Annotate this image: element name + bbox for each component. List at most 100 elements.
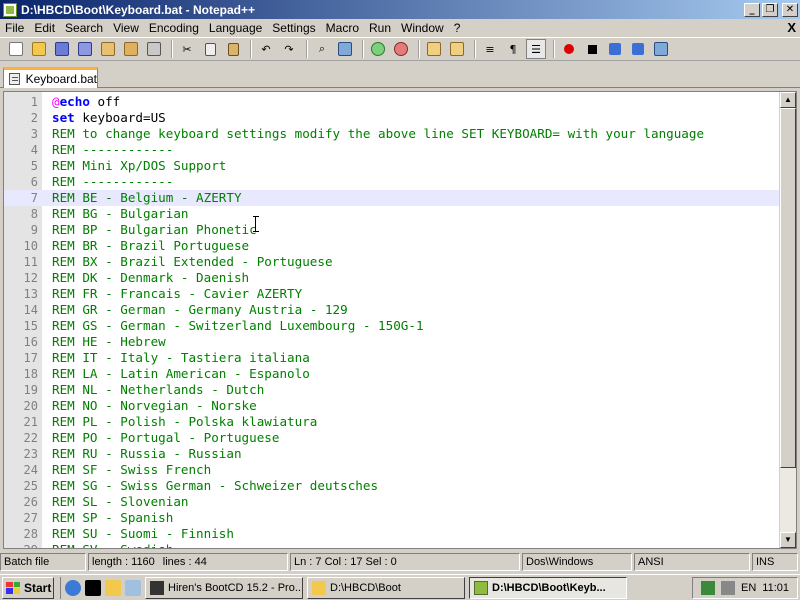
- code-line[interactable]: 14 REM GR - German - Germany Austria - 12…: [4, 302, 780, 318]
- code-line[interactable]: 13 REM FR - Francais - Cavier AZERTY: [4, 286, 780, 302]
- close-window-button[interactable]: ✕: [782, 2, 798, 17]
- minimize-button[interactable]: _: [744, 2, 760, 17]
- close-icon[interactable]: [98, 39, 118, 59]
- code-line[interactable]: 6 REM ------------: [4, 174, 780, 190]
- code-line[interactable]: 28 REM SU - Suomi - Finnish: [4, 526, 780, 542]
- menu-view[interactable]: View: [108, 19, 144, 37]
- restore-button[interactable]: ❐: [762, 2, 778, 17]
- task-hirens-bootcd[interactable]: Hiren's BootCD 15.2 - Pro...: [145, 576, 303, 599]
- code-line[interactable]: 7 REM BE - Belgium - AZERTY: [4, 190, 780, 206]
- sync-v-icon[interactable]: [424, 39, 444, 59]
- code-token: REM HE - Hebrew: [52, 334, 166, 349]
- indent-guide-icon[interactable]: ☰: [526, 39, 546, 59]
- line-number: 24: [23, 463, 38, 477]
- scroll-down-button[interactable]: ▼: [780, 532, 796, 548]
- code-line[interactable]: 23 REM RU - Russia - Russian: [4, 446, 780, 462]
- internet-explorer-icon[interactable]: [65, 579, 81, 596]
- code-token: REM PL - Polish - Polska klawiatura: [52, 414, 318, 429]
- copy-icon[interactable]: [200, 39, 220, 59]
- stop-record-icon[interactable]: [582, 39, 602, 59]
- wrap-icon[interactable]: ≡: [480, 39, 500, 59]
- save-all-icon[interactable]: [75, 39, 95, 59]
- scroll-up-button[interactable]: ▲: [780, 92, 796, 108]
- show-all-chars-icon[interactable]: ¶: [503, 39, 523, 59]
- code-line[interactable]: 10 REM BR - Brazil Portuguese: [4, 238, 780, 254]
- code-line[interactable]: 1 @echo off: [4, 94, 780, 110]
- print-icon[interactable]: [144, 39, 164, 59]
- tab-label: Keyboard.bat: [25, 72, 97, 86]
- code-line[interactable]: 16 REM HE - Hebrew: [4, 334, 780, 350]
- code-line[interactable]: 29 REM SV - Swedish: [4, 542, 780, 548]
- start-button[interactable]: Start: [2, 576, 54, 599]
- vertical-scrollbar[interactable]: ▲ ▼: [779, 92, 796, 548]
- clock[interactable]: 11:01: [762, 582, 789, 594]
- replace-icon[interactable]: [335, 39, 355, 59]
- scroll-thumb[interactable]: [780, 108, 796, 468]
- save-icon[interactable]: [52, 39, 72, 59]
- menu-settings[interactable]: Settings: [267, 19, 320, 37]
- menu-language[interactable]: Language: [204, 19, 267, 37]
- title-bar[interactable]: D:\HBCD\Boot\Keyboard.bat - Notepad++ _ …: [0, 0, 800, 19]
- code-token: keyboard=US: [74, 110, 166, 125]
- code-line[interactable]: 24 REM SF - Swiss French: [4, 462, 780, 478]
- code-line[interactable]: 27 REM SP - Spanish: [4, 510, 780, 526]
- folder-icon: [312, 580, 326, 595]
- tray-network-icon[interactable]: [721, 581, 735, 595]
- code-line[interactable]: 20 REM NO - Norvegian - Norske: [4, 398, 780, 414]
- sync-h-icon[interactable]: [447, 39, 467, 59]
- code-line[interactable]: 21 REM PL - Polish - Polska klawiatura: [4, 414, 780, 430]
- line-number: 2: [30, 111, 38, 125]
- close-document-button[interactable]: X: [787, 20, 796, 35]
- code-line[interactable]: 12 REM DK - Denmark - Daenish: [4, 270, 780, 286]
- code-line[interactable]: 2 set keyboard=US: [4, 110, 780, 126]
- code-line[interactable]: 8 REM BG - Bulgarian: [4, 206, 780, 222]
- code-line[interactable]: 17 REM IT - Italy - Tastiera italiana: [4, 350, 780, 366]
- code-editor[interactable]: 1 @echo off 2 set keyboard=US 3 REM to change…: [3, 91, 797, 549]
- menu-file[interactable]: File: [0, 19, 29, 37]
- save-macro-icon[interactable]: [651, 39, 671, 59]
- task-explorer-boot[interactable]: D:\HBCD\Boot: [307, 576, 465, 599]
- code-line[interactable]: 22 REM PO - Portugal - Portuguese: [4, 430, 780, 446]
- command-prompt-icon[interactable]: [85, 579, 101, 596]
- line-number: 16: [23, 335, 38, 349]
- menu-window[interactable]: Window: [396, 19, 449, 37]
- code-line[interactable]: 25 REM SG - Swiss German - Schweizer deut…: [4, 478, 780, 494]
- menu-search[interactable]: Search: [60, 19, 108, 37]
- task-notepadpp[interactable]: D:\HBCD\Boot\Keyb...: [469, 576, 627, 599]
- zoom-in-icon[interactable]: [368, 39, 388, 59]
- run-macro-multiple-icon[interactable]: [628, 39, 648, 59]
- code-line[interactable]: 5 REM Mini Xp/DOS Support: [4, 158, 780, 174]
- line-number: 28: [23, 527, 38, 541]
- code-line[interactable]: 4 REM ------------: [4, 142, 780, 158]
- open-file-icon[interactable]: [29, 39, 49, 59]
- menu-encoding[interactable]: Encoding: [144, 19, 204, 37]
- code-line[interactable]: 11 REM BX - Brazil Extended - Portuguese: [4, 254, 780, 270]
- code-line[interactable]: 19 REM NL - Netherlands - Dutch: [4, 382, 780, 398]
- code-line[interactable]: 18 REM LA - Latin American - Espanolo: [4, 366, 780, 382]
- tray-app-icon[interactable]: [701, 581, 715, 595]
- menu-macro[interactable]: Macro: [321, 19, 364, 37]
- close-all-icon[interactable]: [121, 39, 141, 59]
- language-indicator[interactable]: EN: [741, 582, 756, 594]
- paste-icon[interactable]: [223, 39, 243, 59]
- zoom-out-icon[interactable]: [391, 39, 411, 59]
- editor-lines[interactable]: 1 @echo off 2 set keyboard=US 3 REM to change…: [4, 94, 780, 548]
- show-desktop-icon[interactable]: [125, 579, 141, 596]
- menu-edit[interactable]: Edit: [29, 19, 60, 37]
- explorer-folder-icon[interactable]: [105, 579, 121, 596]
- code-line[interactable]: 3 REM to change keyboard settings modify …: [4, 126, 780, 142]
- redo-icon[interactable]: ↷: [279, 39, 299, 59]
- play-macro-icon[interactable]: [605, 39, 625, 59]
- code-line[interactable]: 15 REM GS - German - Switzerland Luxembou…: [4, 318, 780, 334]
- undo-icon[interactable]: ↶: [256, 39, 276, 59]
- notepadpp-app-icon[interactable]: [3, 2, 17, 17]
- code-line[interactable]: 9 REM BP - Bulgarian Phonetic: [4, 222, 780, 238]
- menu-help[interactable]: ?: [449, 19, 466, 37]
- record-macro-icon[interactable]: [559, 39, 579, 59]
- find-icon[interactable]: ⌕: [312, 39, 332, 59]
- cut-icon[interactable]: ✂: [177, 39, 197, 59]
- code-line[interactable]: 26 REM SL - Slovenian: [4, 494, 780, 510]
- new-file-icon[interactable]: [6, 39, 26, 59]
- menu-run[interactable]: Run: [364, 19, 396, 37]
- tab-keyboard-bat[interactable]: Keyboard.bat: [3, 67, 98, 88]
